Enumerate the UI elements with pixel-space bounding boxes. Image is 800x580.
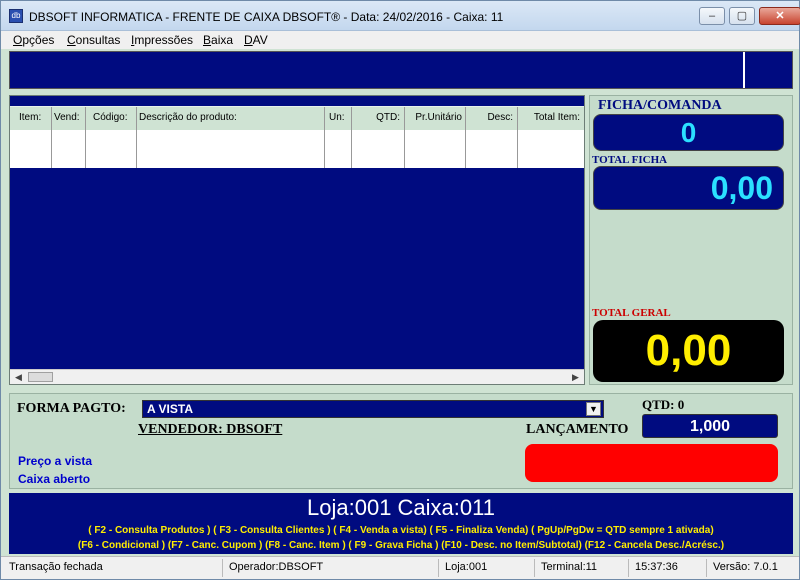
horizontal-scrollbar[interactable]: ◀ ▶	[10, 369, 584, 384]
operator-status: Operador:DBSOFT	[225, 559, 439, 577]
total-geral-value: 0,00	[593, 320, 784, 382]
lancamento-display	[525, 444, 778, 482]
scroll-thumb[interactable]	[28, 372, 53, 382]
total-geral-label: TOTAL GERAL	[592, 307, 671, 319]
shortcut-keys-bar: ( F2 - Consulta Produtos ) ( F3 - Consul…	[9, 523, 793, 554]
col-item[interactable]: Item:	[10, 107, 52, 130]
divider	[743, 52, 745, 88]
terminal-status: Terminal:11	[537, 559, 629, 577]
scroll-left-icon[interactable]: ◀	[12, 371, 25, 383]
vendedor-label: VENDEDOR: DBSOFT	[138, 422, 283, 437]
col-preco-unitario[interactable]: Pr.Unitário	[405, 107, 466, 130]
payment-method-select[interactable]: A VISTA ▼	[142, 400, 604, 418]
app-window: db DBSOFT INFORMATICA - FRENTE DE CAIXA …	[0, 0, 800, 580]
window-title: DBSOFT INFORMATICA - FRENTE DE CAIXA DBS…	[29, 10, 504, 24]
col-total-item[interactable]: Total Item:	[518, 107, 584, 130]
maximize-button[interactable]: ▢	[729, 7, 755, 25]
menu-bar: Opções Consultas Impressões Baixa DAV	[1, 31, 799, 49]
title-bar[interactable]: db DBSOFT INFORMATICA - FRENTE DE CAIXA …	[1, 1, 800, 31]
menu-impressoes[interactable]: Impressões	[131, 33, 193, 47]
transaction-status: Transação fechada	[5, 559, 223, 577]
ficha-comanda-value[interactable]: 0	[593, 114, 784, 151]
menu-baixa[interactable]: Baixa	[203, 33, 233, 47]
ficha-comanda-label: FICHA/COMANDA	[598, 98, 722, 113]
shortcut-line: (F6 - Condicional ) (F7 - Canc. Cupom ) …	[77, 540, 725, 551]
col-desc[interactable]: Desc:	[466, 107, 518, 130]
qtd-label: QTD: 0	[642, 397, 685, 412]
payment-panel: FORMA PAGTO: A VISTA ▼ QTD: 0 1,000 VEND…	[9, 393, 793, 489]
items-grid[interactable]: Item: Vend: Código: Descrição do produto…	[9, 95, 585, 385]
col-vend[interactable]: Vend:	[52, 107, 86, 130]
table-row[interactable]	[10, 130, 584, 168]
cell[interactable]	[466, 130, 518, 168]
menu-consultas[interactable]: Consultas	[67, 33, 120, 47]
clock-status: 15:37:36	[631, 559, 707, 577]
total-ficha-label: TOTAL FICHA	[592, 154, 668, 166]
cell[interactable]	[10, 130, 52, 168]
col-codigo[interactable]: Código:	[86, 107, 137, 130]
grid-header: Item: Vend: Código: Descrição do produto…	[10, 106, 584, 130]
cell[interactable]	[518, 130, 584, 168]
menu-opcoes[interactable]: Opções	[13, 33, 54, 47]
cell[interactable]	[137, 130, 325, 168]
store-info-bar: Loja:001 Caixa:011	[9, 493, 793, 523]
status-bar: Transação fechada Operador:DBSOFT Loja:0…	[1, 556, 799, 579]
chevron-down-icon[interactable]: ▼	[586, 402, 601, 416]
cell[interactable]	[86, 130, 137, 168]
forma-pagto-label: FORMA PAGTO:	[17, 401, 126, 416]
close-button[interactable]: ✕	[759, 7, 800, 25]
lancamento-label: LANÇAMENTO	[526, 422, 629, 437]
cell[interactable]	[352, 130, 405, 168]
col-descricao[interactable]: Descrição do produto:	[137, 107, 325, 130]
minimize-button[interactable]: –	[699, 7, 725, 25]
total-ficha-value: 0,00	[593, 166, 784, 210]
menu-dav[interactable]: DAV	[244, 33, 268, 47]
col-un[interactable]: Un:	[325, 107, 352, 130]
col-qtd[interactable]: QTD:	[352, 107, 405, 130]
cell[interactable]	[325, 130, 352, 168]
version-status: Versão: 7.0.1	[713, 561, 778, 573]
scroll-right-icon[interactable]: ▶	[569, 371, 582, 383]
cash-status-text: Caixa aberto	[18, 472, 91, 486]
price-mode-text: Preço a vista	[18, 454, 93, 468]
totals-panel: FICHA/COMANDA 0 TOTAL FICHA 0,00 TOTAL G…	[589, 95, 793, 385]
store-status: Loja:001	[441, 559, 535, 577]
cell[interactable]	[52, 130, 86, 168]
payment-method-value: A VISTA	[147, 402, 194, 416]
shortcut-line: ( F2 - Consulta Produtos ) ( F3 - Consul…	[88, 525, 714, 536]
cell[interactable]	[405, 130, 466, 168]
qtd-input[interactable]: 1,000	[642, 414, 778, 438]
app-icon: db	[9, 9, 23, 23]
product-display-bar	[9, 51, 793, 89]
